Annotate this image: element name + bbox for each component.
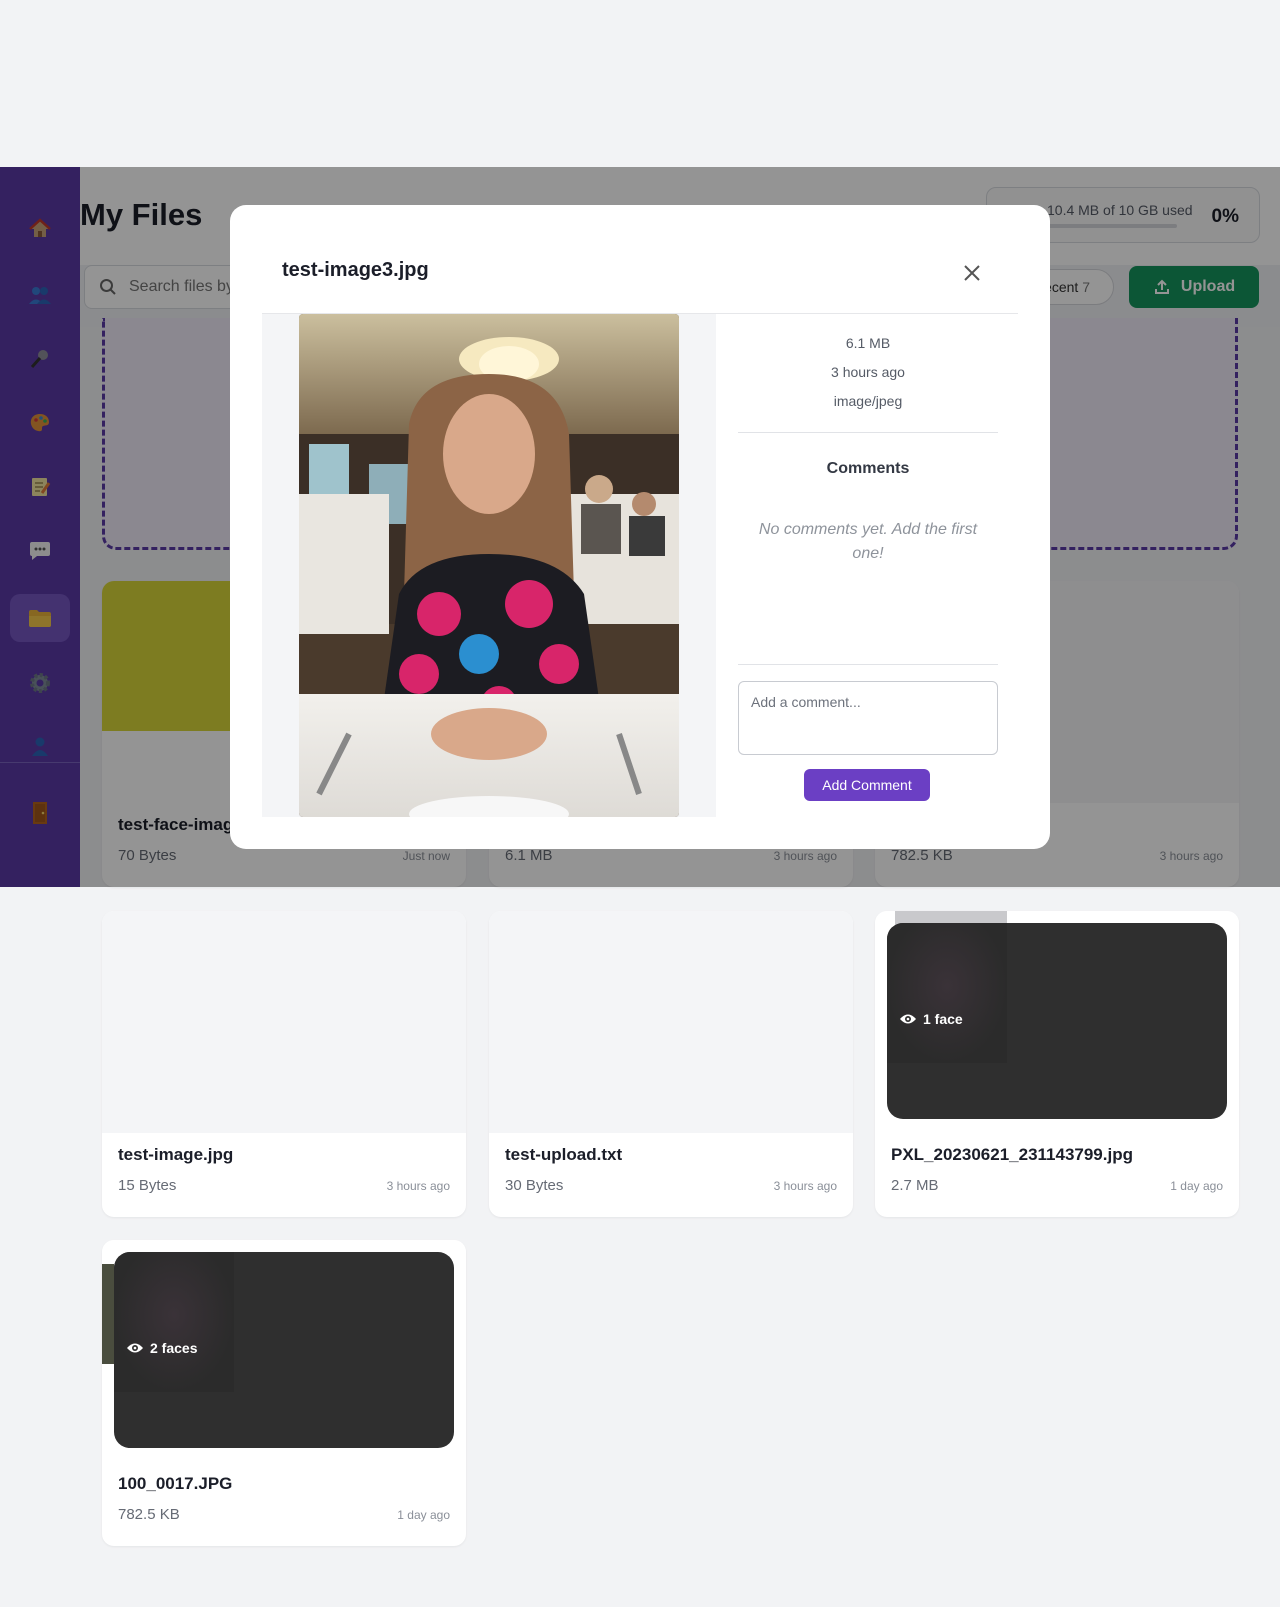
thumbnail-edge [102, 1264, 114, 1364]
file-time: 3 hours ago [773, 1179, 837, 1193]
file-size: 2.7 MB [891, 1177, 939, 1194]
file-thumbnail: 1 face [875, 911, 1239, 1133]
file-time: 3 hours ago [386, 1179, 450, 1193]
file-name: 100_0017.JPG [118, 1474, 233, 1493]
file-card[interactable]: 2 faces 100_0017.JPG 782.5 KB 1 day ago [102, 1240, 466, 1546]
face-count-badge: 1 face [899, 1011, 963, 1027]
file-details-panel: 6.1 MB 3 hours ago image/jpeg Comments N… [738, 314, 998, 817]
eye-icon [127, 1343, 143, 1353]
file-size: 30 Bytes [505, 1177, 564, 1194]
file-size-meta: 6.1 MB [845, 335, 891, 351]
file-name: PXL_20230621_231143799.jpg [891, 1145, 1133, 1164]
image-preview [299, 314, 679, 817]
file-card[interactable]: test-upload.txt 30 Bytes 3 hours ago [489, 911, 853, 1217]
file-card[interactable]: test-image.jpg 15 Bytes 3 hours ago [102, 911, 466, 1217]
file-size: 15 Bytes [118, 1177, 177, 1194]
add-comment-button[interactable]: Add Comment [804, 769, 930, 801]
file-name: test-upload.txt [505, 1145, 623, 1164]
file-time: 1 day ago [397, 1508, 450, 1522]
details-divider [738, 432, 998, 433]
comments-heading: Comments [826, 460, 910, 477]
face-count: 1 face [923, 1011, 963, 1027]
empty-comments-message: No comments yet. Add the first one! [758, 521, 978, 562]
eye-icon [900, 1014, 916, 1024]
comments-divider [738, 664, 998, 665]
face-count-badge: 2 faces [126, 1340, 197, 1356]
modal-title: test-image3.jpg [282, 259, 429, 281]
file-name: test-image.jpg [118, 1145, 234, 1164]
file-time: 1 day ago [1170, 1179, 1223, 1193]
file-time-meta: 3 hours ago [831, 364, 905, 380]
face-blur-overlay: 2 faces [114, 1252, 454, 1448]
close-icon [964, 265, 980, 281]
file-thumbnail [102, 911, 466, 1133]
blurred-face [887, 923, 1007, 1063]
close-button[interactable] [960, 261, 984, 285]
face-blur-overlay: 1 face [887, 923, 1227, 1119]
blurred-face [114, 1252, 234, 1392]
image-preview-area [262, 314, 716, 817]
comment-input[interactable] [738, 681, 998, 755]
file-type-meta: image/jpeg [833, 393, 903, 409]
file-preview-modal: test-image3.jpg 6.1 MB 3 hours ago image… [230, 205, 1050, 849]
file-size: 782.5 KB [118, 1506, 180, 1523]
file-card[interactable]: 1 face PXL_20230621_231143799.jpg 2.7 MB… [875, 911, 1239, 1217]
photo-illustration [299, 314, 679, 817]
face-count: 2 faces [150, 1340, 198, 1356]
file-thumbnail [489, 911, 853, 1133]
file-thumbnail: 2 faces [102, 1240, 466, 1462]
